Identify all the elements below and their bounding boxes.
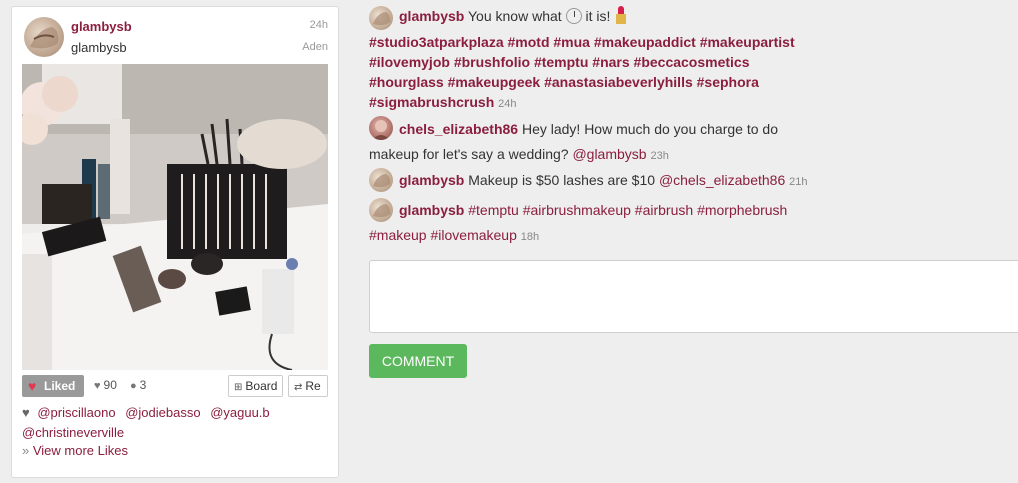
plus-box-icon: ⊞ <box>234 382 243 393</box>
hashtag-link[interactable]: #mua <box>553 34 590 50</box>
hashtag-link[interactable]: #sigmabrushcrush <box>369 94 494 110</box>
avatar[interactable] <box>24 17 64 57</box>
hashtag-link[interactable]: #beccacosmetics <box>634 54 750 70</box>
hashtag-link[interactable]: #ilovemyjob <box>369 54 450 70</box>
lipstick-icon <box>616 6 627 24</box>
hashtag-link[interactable]: #brushfolio <box>454 54 530 70</box>
comment-text: Makeup is $50 lashes are $10 <box>468 172 656 188</box>
hashtag-link[interactable]: #morphebrush <box>697 202 787 218</box>
hashtag-link[interactable]: #temptu <box>468 202 519 218</box>
hashtag-link[interactable]: #sephora <box>697 74 759 90</box>
repost-button[interactable]: ⇄ Re <box>288 375 328 397</box>
hashtag-link[interactable]: #motd <box>508 34 550 50</box>
liker-link[interactable]: @yaguu.b <box>210 405 269 420</box>
comment-hashtags: #ilovemyjob #brushfolio #temptu #nars #b… <box>369 52 829 72</box>
heart-icon: ♥ <box>28 378 37 394</box>
hashtag-link[interactable]: #makeupaddict <box>594 34 696 50</box>
hashtag-link[interactable]: #makeupartist <box>700 34 795 50</box>
liker-link[interactable]: @priscillaono <box>37 405 115 420</box>
comment: glambysb Makeup is $50 lashes are $10 @c… <box>369 170 829 192</box>
comments-count-value: 3 <box>139 378 147 392</box>
comment-input[interactable] <box>369 260 1018 333</box>
comment-time: 23h <box>650 150 669 162</box>
comment-hashtags: #studio3atparkplaza #motd #mua #makeupad… <box>369 32 829 52</box>
likes-count-value: 90 <box>103 378 117 392</box>
hashtag-link[interactable]: #nars <box>592 54 629 70</box>
comment-time: 24h <box>498 98 517 110</box>
likers-list: ♥ @priscillaono @jodiebasso @yaguu.b @ch… <box>22 403 328 443</box>
hashtag-link[interactable]: #studio3atparkplaza <box>369 34 504 50</box>
comment-text: Hey lady! How much do you charge to do <box>521 121 778 137</box>
comment-hashtags: #sigmabrushcrush 24h <box>369 92 829 114</box>
comment-text: it is! <box>585 8 611 24</box>
liker-link[interactable]: @jodiebasso <box>125 405 200 420</box>
liked-button[interactable]: ♥ Liked <box>22 375 84 397</box>
post-location[interactable]: Aden <box>302 41 328 53</box>
comment-button[interactable]: COMMENT <box>369 344 467 378</box>
hashtag-link[interactable]: #temptu <box>534 54 588 70</box>
repost-label: Re <box>305 379 321 393</box>
comment-text: You know what <box>468 8 562 24</box>
hashtag-link[interactable]: #ilovemakeup <box>430 227 516 243</box>
post-display-name: glambysb <box>71 40 127 55</box>
comment: glambysb #temptu #airbrushmakeup #airbru… <box>369 200 829 220</box>
hashtag-link[interactable]: #hourglass <box>369 74 444 90</box>
board-button[interactable]: ⊞ Board <box>228 375 284 397</box>
hashtag-link[interactable]: #airbrushmakeup <box>523 202 631 218</box>
comment-text: makeup for let's say a wedding? <box>369 146 569 162</box>
heart-icon: ♥ <box>94 380 101 392</box>
post-actions: ♥ Liked ♥ 90 ● 3 ⊞ Board ⇄ Re <box>22 374 328 398</box>
heart-icon: ♥ <box>22 405 30 420</box>
hashtag-link[interactable]: #anastasiabeverlyhills <box>544 74 693 90</box>
liker-link[interactable]: @christineverville <box>22 425 124 440</box>
comment-hashtags: #hourglass #makeupgeek #anastasiabeverly… <box>369 72 829 92</box>
post-time: 24h <box>309 19 328 31</box>
view-more-likes-link[interactable]: » View more Likes <box>22 443 128 458</box>
comment-username[interactable]: chels_elizabeth86 <box>399 121 518 137</box>
likes-count[interactable]: ♥ 90 <box>94 378 117 392</box>
comment-time: 18h <box>520 231 540 243</box>
hashtag-link[interactable]: #airbrush <box>635 202 693 218</box>
comments-count[interactable]: ● 3 <box>130 378 146 392</box>
comment-continuation: makeup for let's say a wedding? @glambys… <box>369 144 829 166</box>
post-card: glambysb glambysb 24h Aden ♥ Liked ♥ 90 … <box>11 6 339 478</box>
mention-link[interactable]: @glambysb <box>572 146 646 162</box>
post-username[interactable]: glambysb <box>71 19 132 34</box>
board-label: Board <box>245 379 278 393</box>
comment-username[interactable]: glambysb <box>399 202 464 218</box>
liked-label: Liked <box>44 379 76 393</box>
hashtag-link[interactable]: #makeup <box>369 227 427 243</box>
clock-icon <box>565 8 582 24</box>
repost-icon: ⇄ <box>294 382 303 393</box>
comment-username[interactable]: glambysb <box>399 172 464 188</box>
mention-link[interactable]: @chels_elizabeth86 <box>659 172 785 188</box>
comment-time: 21h <box>789 176 808 188</box>
comment: chels_elizabeth86 Hey lady! How much do … <box>369 119 829 139</box>
speech-bubble-icon: ● <box>130 380 137 392</box>
hashtag-link[interactable]: #makeupgeek <box>448 74 541 90</box>
view-more-label: View more Likes <box>32 443 128 458</box>
double-chevron-icon: » <box>22 443 30 458</box>
comment: glambysb You know what it is! <box>369 6 829 26</box>
post-photo[interactable] <box>22 64 328 370</box>
comment-continuation: #makeup #ilovemakeup 18h <box>369 225 829 247</box>
comment-username[interactable]: glambysb <box>399 8 464 24</box>
